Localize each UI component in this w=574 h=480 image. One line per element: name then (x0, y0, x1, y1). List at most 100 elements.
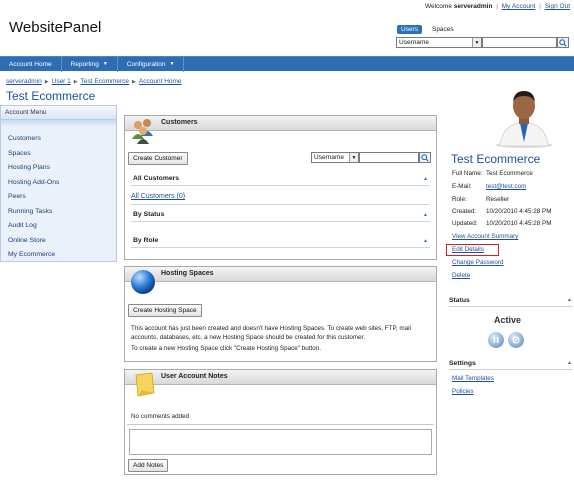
profile-full-name-row: Full Name: Test Ecommerce (452, 170, 533, 177)
highlight-box (446, 244, 499, 256)
nav-account-home[interactable]: Account Home (0, 56, 62, 72)
account-menu: Account Menu Customers Spaces Hosting Pl… (0, 105, 117, 262)
breadcrumb-item[interactable]: Account Home (139, 78, 182, 85)
top-bar: Welcome serveradmin | My Account | Sign … (0, 0, 574, 56)
hosting-spaces-panel-title: Hosting Spaces (161, 270, 214, 277)
customers-panel-title: Customers (161, 119, 198, 126)
sign-out-link[interactable]: Sign Out (545, 3, 570, 10)
profile-role-row: Role: Reseller (452, 196, 510, 203)
notes-textarea[interactable] (129, 429, 432, 455)
chevron-right-icon: ▶ (44, 78, 49, 85)
user-avatar (496, 91, 552, 148)
profile-updated: 10/20/2010 4:45:28 PM (486, 220, 552, 227)
menu-item-running-tasks[interactable]: Running Tasks (8, 205, 116, 220)
menu-item-my-ecommerce[interactable]: My Ecommerce (8, 248, 116, 263)
settings-section-header[interactable]: Settings ▲ (449, 360, 572, 370)
disable-button[interactable] (508, 332, 524, 348)
chevron-down-icon: ▼ (169, 61, 175, 67)
tab-users[interactable]: Users (397, 25, 422, 34)
nav-reporting[interactable]: Reporting ▼ (62, 56, 118, 72)
account-notes-panel: User Account Notes No comments added Add… (124, 369, 437, 475)
tab-spaces[interactable]: Spaces (428, 25, 458, 34)
breadcrumb-item[interactable]: User 1 (52, 78, 71, 85)
customers-panel: Customers Create Customer Username ▼ All… (124, 115, 437, 260)
chevron-up-icon[interactable]: ▲ (423, 238, 428, 244)
profile-name: Test Ecommerce (451, 152, 541, 166)
global-search-field-select[interactable]: Username ▼ (396, 37, 482, 48)
customers-search: Username ▼ (311, 152, 431, 163)
disable-icon (512, 336, 520, 344)
global-search-input[interactable] (482, 37, 557, 48)
by-role-section[interactable]: By Role ▲ (125, 237, 436, 244)
mail-templates-link[interactable]: Mail Templates (452, 375, 494, 382)
all-customers-section[interactable]: All Customers ▲ (125, 175, 436, 182)
create-hosting-space-button[interactable]: Create Hosting Space (128, 304, 202, 317)
profile-updated-row: Updated: 10/20/2010 4:45:28 PM (452, 220, 552, 227)
profile-email-link[interactable]: test@test.com (486, 183, 526, 190)
menu-item-online-store[interactable]: Online Store (8, 234, 116, 249)
account-menu-title: Account Menu (1, 106, 116, 120)
nav-configuration[interactable]: Configuration ▼ (118, 56, 185, 72)
menu-item-audit-log[interactable]: Audit Log (8, 219, 116, 234)
chevron-right-icon: ▶ (73, 78, 78, 85)
change-password-link[interactable]: Change Password (452, 259, 503, 266)
search-icon (421, 153, 429, 162)
profile-created-row: Created: 10/20/2010 4:45:28 PM (452, 208, 552, 215)
status-section-header[interactable]: Status ▲ (449, 297, 572, 307)
global-search-button[interactable] (557, 37, 569, 48)
notes-empty-text: No comments added (131, 413, 190, 420)
by-status-section[interactable]: By Status ▲ (125, 211, 436, 218)
customers-panel-header: Customers (125, 116, 436, 144)
profile-full-name: Test Ecommerce (486, 170, 533, 177)
welcome-label: Welcome (424, 3, 452, 10)
account-notes-panel-header: User Account Notes (125, 370, 436, 397)
breadcrumb-item[interactable]: serveradmin (6, 78, 42, 85)
hosting-spaces-panel: Hosting Spaces Create Hosting Space This… (124, 266, 437, 362)
profile-created: 10/20/2010 4:45:28 PM (486, 208, 552, 215)
account-notes-panel-title: User Account Notes (161, 373, 228, 380)
menu-item-customers[interactable]: Customers (8, 132, 116, 147)
customers-search-input[interactable] (359, 152, 419, 163)
welcome-username: serveradmin (453, 3, 493, 10)
chevron-up-icon[interactable]: ▲ (423, 176, 428, 182)
hosting-spaces-instruction: To create a new Hosting Space click "Cre… (131, 345, 321, 352)
profile-email-row: E-Mail: test@test.com (452, 183, 527, 190)
menu-item-hosting-addons[interactable]: Hosting Add-Ons (8, 176, 116, 191)
delete-link[interactable]: Delete (452, 272, 470, 279)
menu-item-hosting-plans[interactable]: Hosting Plans (8, 161, 116, 176)
hosting-space-icon (131, 270, 155, 294)
customers-icon (132, 119, 153, 144)
main-nav: Account Home Reporting ▼ Configuration ▼ (0, 56, 574, 72)
create-customer-button[interactable]: Create Customer (128, 152, 188, 165)
menu-item-spaces[interactable]: Spaces (8, 147, 116, 162)
app-logo[interactable]: WebsitePanel (9, 19, 101, 36)
breadcrumb: serveradmin ▶ User 1 ▶ Test Ecommerce ▶ … (6, 78, 182, 85)
all-customers-link[interactable]: All Customers (0) (131, 193, 185, 200)
welcome-area: Welcome serveradmin | My Account | Sign … (424, 3, 570, 10)
customers-search-field-select[interactable]: Username ▼ (311, 152, 359, 163)
page-title: Test Ecommerce (6, 89, 96, 103)
notes-icon (135, 372, 155, 397)
chevron-down-icon: ▼ (349, 153, 358, 162)
by-status-heading: By Status (133, 211, 165, 218)
customers-search-button[interactable] (419, 152, 431, 163)
status-value: Active (494, 315, 522, 325)
chevron-up-icon[interactable]: ▲ (423, 212, 428, 218)
menu-item-peers[interactable]: Peers (8, 190, 116, 205)
add-notes-button[interactable]: Add Notes (128, 459, 169, 472)
view-account-summary-link[interactable]: View Account Summary (452, 233, 518, 240)
pause-icon (493, 337, 499, 343)
chevron-up-icon[interactable]: ▲ (567, 297, 572, 304)
breadcrumb-item[interactable]: Test Ecommerce (81, 78, 129, 85)
account-menu-list: Customers Spaces Hosting Plans Hosting A… (1, 126, 116, 263)
all-customers-heading: All Customers (133, 175, 180, 182)
scope-tabs: Users Spaces (397, 25, 458, 34)
global-search: Username ▼ (396, 37, 569, 48)
pause-button[interactable] (488, 332, 504, 348)
my-account-link[interactable]: My Account (502, 3, 536, 10)
by-role-heading: By Role (133, 237, 159, 244)
status-heading: Status (449, 297, 470, 304)
policies-link[interactable]: Policies (452, 388, 474, 395)
chevron-down-icon: ▼ (102, 61, 108, 67)
chevron-up-icon[interactable]: ▲ (567, 360, 572, 367)
